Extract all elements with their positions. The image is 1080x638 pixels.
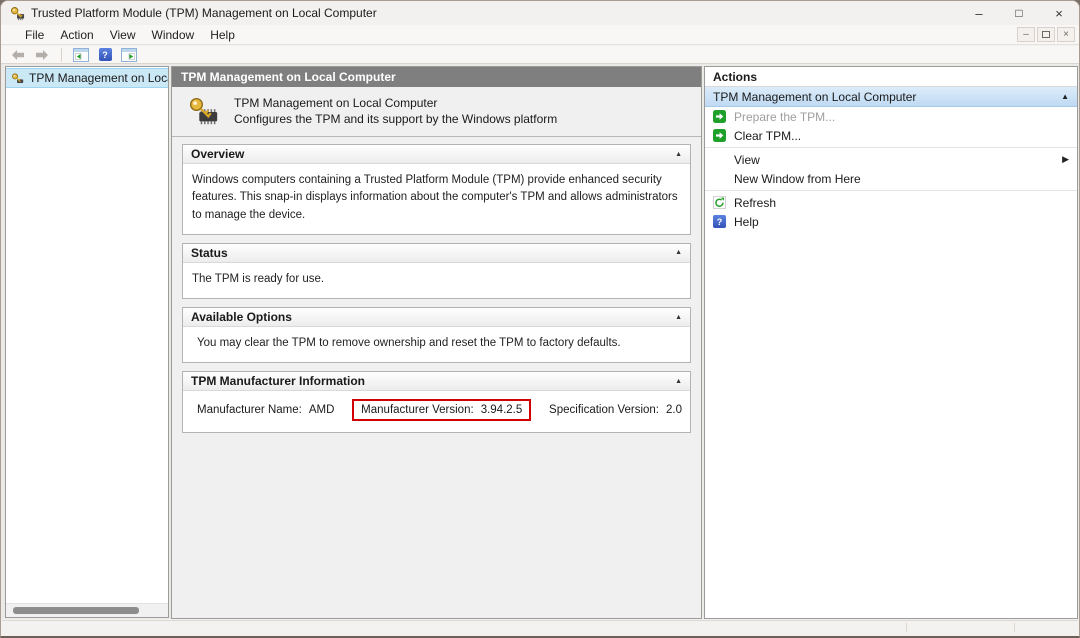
action-label: Clear TPM...	[734, 129, 801, 143]
actions-panel: Actions TPM Management on Local Computer…	[704, 66, 1078, 619]
tree-item-tpm-management[interactable]: TPM Management on Local Compu	[6, 68, 168, 88]
banner-title: TPM Management on Local Computer	[234, 96, 557, 112]
mdi-close-button[interactable]: ×	[1057, 27, 1075, 42]
action-new-window-from-here[interactable]: New Window from Here	[705, 169, 1077, 188]
console-tree-panel: TPM Management on Local Compu	[5, 66, 169, 618]
section-available-options-header[interactable]: Available Options ▲	[183, 308, 690, 327]
section-status: Status ▲ The TPM is ready for use.	[182, 243, 691, 299]
field-label: Manufacturer Name:	[197, 404, 302, 416]
back-arrow-icon[interactable]	[9, 47, 27, 63]
menu-help[interactable]: Help	[202, 26, 243, 44]
menu-file[interactable]: File	[17, 26, 52, 44]
forward-arrow-icon[interactable]	[33, 47, 51, 63]
action-help[interactable]: ? Help	[705, 212, 1077, 231]
tpm-key-icon	[10, 6, 25, 21]
menu-window[interactable]: Window	[144, 26, 203, 44]
manufacturer-fields-row: Manufacturer Name: AMD Manufacturer Versi…	[183, 391, 690, 432]
collapse-icon[interactable]: ▲	[675, 249, 682, 256]
submenu-arrow-icon: ▶	[1062, 154, 1071, 165]
show-hide-action-pane-icon[interactable]	[120, 47, 138, 63]
menu-view[interactable]: View	[102, 26, 144, 44]
collapse-icon[interactable]: ▲	[675, 378, 682, 385]
action-label: View	[734, 153, 760, 167]
help-icon[interactable]: ?	[96, 47, 114, 63]
tree-item-label: TPM Management on Local Compu	[29, 71, 168, 85]
specification-version-field: Specification Version: 2.0	[549, 404, 682, 416]
banner-subtitle: Configures the TPM and its support by th…	[234, 112, 557, 128]
console-banner: TPM Management on Local Computer Configu…	[172, 87, 701, 137]
manufacturer-version-field-highlight-box: Manufacturer Version: 3.94.2.5	[352, 399, 531, 421]
status-divider	[906, 623, 907, 632]
status-bar	[2, 620, 1078, 634]
toolbar-separator	[61, 48, 62, 62]
actions-separator	[705, 147, 1077, 148]
collapse-icon[interactable]: ▲	[675, 314, 682, 321]
minimize-button[interactable]: –	[959, 1, 999, 25]
toolbar: ?	[1, 46, 1079, 64]
mdi-window-controls: – ×	[1017, 27, 1079, 42]
workspace: TPM Management on Local Compu TPM Manage…	[1, 64, 1079, 619]
section-title: Status	[191, 246, 228, 260]
field-value: 3.94.2.5	[481, 404, 523, 416]
field-value: 2.0	[666, 404, 682, 416]
tree-horizontal-scrollbar[interactable]	[6, 603, 168, 617]
mdi-restore-button[interactable]	[1037, 27, 1055, 42]
actions-panel-title: Actions	[705, 67, 1077, 87]
section-title: TPM Manufacturer Information	[191, 374, 365, 388]
action-view[interactable]: View ▶	[705, 150, 1077, 169]
status-divider	[1014, 623, 1015, 632]
action-label: Prepare the TPM...	[734, 110, 835, 124]
action-prepare-the-tpm[interactable]: Prepare the TPM...	[705, 107, 1077, 126]
console-content: Overview ▲ Windows computers containing …	[172, 137, 701, 618]
actions-group-label: TPM Management on Local Computer	[713, 90, 916, 104]
maximize-button[interactable]: □	[999, 1, 1039, 25]
collapse-icon[interactable]: ▲	[1061, 92, 1069, 101]
close-button[interactable]: ×	[1039, 1, 1079, 25]
actions-group-header[interactable]: TPM Management on Local Computer ▲	[705, 87, 1077, 107]
restore-icon	[1042, 31, 1050, 38]
collapse-icon[interactable]: ▲	[675, 151, 682, 158]
section-title: Overview	[191, 147, 244, 161]
section-available-options: Available Options ▲ You may clear the TP…	[182, 307, 691, 363]
scrollbar-thumb[interactable]	[13, 607, 139, 614]
help-icon: ?	[712, 215, 727, 228]
green-arrow-icon	[712, 110, 727, 123]
console-header: TPM Management on Local Computer	[172, 67, 701, 87]
action-label: New Window from Here	[734, 172, 861, 186]
section-status-body: The TPM is ready for use.	[183, 263, 690, 298]
refresh-icon	[712, 196, 727, 209]
mdi-minimize-button[interactable]: –	[1017, 27, 1035, 42]
field-value: AMD	[309, 404, 335, 416]
window-title: Trusted Platform Module (TPM) Management…	[31, 6, 377, 20]
console-result-panel: TPM Management on Local Computer TPM Man…	[171, 66, 702, 619]
section-manufacturer-header[interactable]: TPM Manufacturer Information ▲	[183, 372, 690, 391]
section-overview-header[interactable]: Overview ▲	[183, 145, 690, 164]
window-controls: – □ ×	[959, 1, 1079, 25]
section-status-header[interactable]: Status ▲	[183, 244, 690, 263]
action-refresh[interactable]: Refresh	[705, 193, 1077, 212]
section-tpm-manufacturer-information: TPM Manufacturer Information ▲ Manufactu…	[182, 371, 691, 433]
field-label: Manufacturer Version:	[361, 404, 474, 416]
actions-separator	[705, 190, 1077, 191]
section-available-options-body: You may clear the TPM to remove ownershi…	[183, 327, 690, 362]
section-title: Available Options	[191, 310, 292, 324]
manufacturer-name-field: Manufacturer Name: AMD	[197, 404, 334, 416]
section-overview: Overview ▲ Windows computers containing …	[182, 144, 691, 235]
action-clear-tpm[interactable]: Clear TPM...	[705, 126, 1077, 145]
title-bar: Trusted Platform Module (TPM) Management…	[1, 1, 1079, 25]
show-hide-console-tree-icon[interactable]	[72, 47, 90, 63]
green-arrow-icon	[712, 129, 727, 142]
menu-action[interactable]: Action	[52, 26, 101, 44]
menu-bar: File Action View Window Help – ×	[1, 25, 1079, 45]
mmc-window: Trusted Platform Module (TPM) Management…	[0, 0, 1080, 638]
action-label: Refresh	[734, 196, 776, 210]
tpm-banner-icon	[188, 96, 220, 128]
section-overview-body: Windows computers containing a Trusted P…	[183, 164, 690, 234]
action-label: Help	[734, 215, 759, 229]
tree-key-icon	[11, 72, 24, 85]
field-label: Specification Version:	[549, 404, 659, 416]
